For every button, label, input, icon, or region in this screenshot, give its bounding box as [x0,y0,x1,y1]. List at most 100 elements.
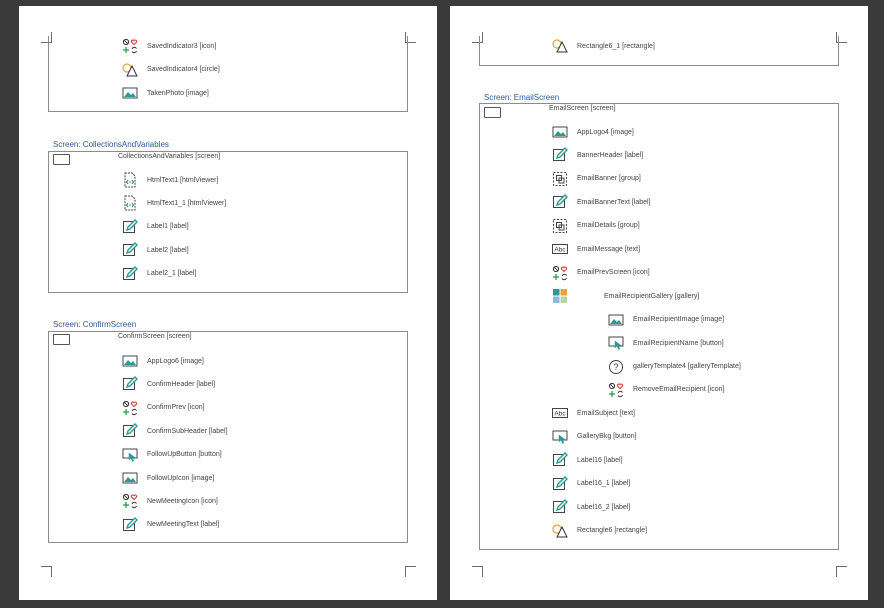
crop-mark [405,566,416,577]
image-icon [122,470,138,486]
control-label: Label1 [label] [147,223,189,231]
control-row: BannerHeader [label] [552,146,643,164]
control-row: Label16_2 [label] [552,498,630,516]
control-row: ConfirmSubHeader [label] [122,422,228,440]
icon-control-icon [122,38,138,54]
control-row: Label16_1 [label] [552,475,630,493]
control-label: EmailBannerText [label] [577,198,651,206]
question-icon: ? [608,359,624,375]
group-icon [552,218,568,234]
control-row: SavedIndicator3 [icon] [122,37,216,55]
control-row: HtmlText1 [htmlViewer] [122,171,218,189]
control-row: ConfirmHeader [label] [122,375,215,393]
image-icon [552,124,568,140]
control-tree-box [48,36,408,112]
control-label: EmailMessage [text] [577,245,641,253]
shape-icon [552,523,568,539]
screen-title: Screen: ConfirmScreen [53,320,137,329]
screen-label: EmailScreen [screen] [549,105,616,112]
document-page-right: Rectangle6_1 [rectangle] Screen: EmailSc… [450,6,868,600]
icon-control-icon [608,382,624,398]
control-label: BannerHeader [label] [577,151,644,159]
image-icon [122,85,138,101]
control-label: Rectangle6_1 [rectangle] [577,42,655,50]
control-row: TakenPhoto [image] [122,84,209,102]
control-row: ? galleryTemplate4 [galleryTemplate] [608,358,741,376]
control-row: HtmlText1_1 [htmlViewer] [122,194,226,212]
control-label: FollowUpIcon [image] [147,474,215,482]
svg-text:?: ? [613,362,618,372]
control-label: ConfirmPrev [icon] [147,404,205,412]
control-row: EmailPrevScreen [icon] [552,264,650,282]
label-icon [552,194,568,210]
shape-icon [552,38,568,54]
control-row: Abc EmailMessage [text] [552,240,640,258]
screen-label: CollectionsAndVariables [screen] [118,153,221,160]
control-label: SavedIndicator3 [icon] [147,42,217,50]
control-row: NewMeetingIcon [icon] [122,492,218,510]
html-viewer-icon [122,195,138,211]
control-label: galleryTemplate4 [galleryTemplate] [633,363,741,370]
group-icon [552,171,568,187]
screen-icon [53,334,70,345]
label-icon [552,475,568,492]
control-tree-box [48,331,408,543]
label-icon [552,452,568,468]
control-label: EmailSubject [text] [577,409,635,417]
label-icon [122,218,138,235]
control-label: NewMeetingText [label] [147,521,220,529]
control-label: EmailPrevScreen [icon] [577,269,650,277]
shape-icon [122,62,138,78]
text-input-icon: Abc [552,241,568,257]
control-label: TakenPhoto [image] [147,89,209,97]
control-label: EmailRecipientGallery [gallery] [604,292,700,300]
control-row: Label1 [label] [122,218,189,236]
control-row: EmailBannerText [label] [552,193,651,211]
control-row: AppLogo4 [image] [552,123,634,141]
icon-control-icon [552,265,568,281]
control-label: ConfirmHeader [label] [147,380,216,388]
control-label: GalleryBkg [button] [577,433,637,441]
control-row: Label2_1 [label] [122,265,196,283]
control-row: Rectangle6 [rectangle] [552,522,647,540]
label-icon [122,242,138,258]
control-row: GalleryBkg [button] [552,428,637,446]
text-input-icon: Abc [552,405,568,421]
control-row: EmailRecipientName [button] [608,334,724,352]
control-row: RemoveEmailRecipient [icon] [608,381,724,399]
control-label: RemoveEmailRecipient [icon] [633,386,725,394]
control-row: FollowUpIcon [image] [122,469,214,487]
screen-icon [484,107,501,118]
control-label: SavedIndicator4 [circle] [147,66,220,73]
crop-mark [836,566,847,577]
label-icon [122,376,138,392]
svg-text:Abc: Abc [554,247,566,254]
control-row: FollowUpButton [button] [122,446,222,464]
screen-icon [53,154,70,165]
control-label: NewMeetingIcon [icon] [147,497,218,505]
control-row: Rectangle6_1 [rectangle] [552,37,655,55]
control-row: Label16 [label] [552,451,623,469]
control-label: AppLogo6 [image] [147,357,204,365]
control-row: NewMeetingText [label] [122,516,219,534]
screen-label: ConfirmScreen [screen] [118,333,192,340]
control-label: Label16 [label] [577,456,623,464]
button-icon [552,429,568,445]
html-viewer-icon [122,172,138,188]
control-row: Label2 [label] [122,241,189,259]
label-icon [122,265,138,282]
button-icon [608,335,624,351]
image-icon [122,353,138,369]
control-row: SavedIndicator4 [circle] [122,61,220,79]
control-tree-box [479,36,839,66]
control-row: EmailBanner [group] [552,170,641,188]
image-icon [608,312,624,328]
crop-mark [472,566,483,577]
svg-text:Abc: Abc [554,411,566,418]
gallery-icon [552,288,568,304]
control-label: EmailRecipientImage [image] [633,316,725,324]
control-label: FollowUpButton [button] [147,451,222,459]
control-row: EmailRecipientGallery [gallery] [552,287,699,305]
document-page-left: SavedIndicator3 [icon] SavedIndicator4 [c… [19,6,437,600]
control-label: EmailBanner [group] [577,175,641,183]
